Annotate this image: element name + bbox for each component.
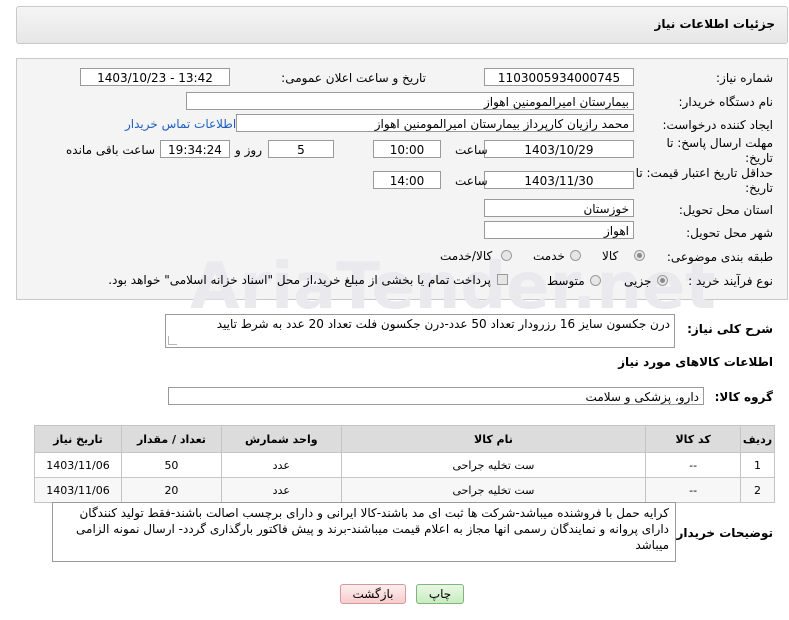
page-header: جزئیات اطلاعات نیاز <box>16 6 788 44</box>
purchase-medium-radio[interactable] <box>590 275 601 286</box>
price-validity-time: 14:00 <box>373 171 441 189</box>
cell-item-code: -- <box>645 452 742 478</box>
col-header-row-number: ردیف <box>740 425 775 453</box>
goods-group-label: گروه کالا: <box>714 390 773 404</box>
cell-need-date: 1403/11/06 <box>33 452 123 478</box>
treasury-payment-note: پرداخت تمام یا بخشی از مبلغ خرید،از محل … <box>108 273 491 287</box>
purchase-minor-label: جزیی <box>624 274 652 288</box>
table-row: 1 -- ست تخلیه جراحی عدد 50 1403/11/06 <box>33 452 775 478</box>
table-row: 2 -- ست تخلیه جراحی عدد 20 1403/11/06 <box>33 477 775 503</box>
requester-label: ایجاد کننده درخواست: <box>662 118 773 132</box>
time-remaining-field: 19:34:24 <box>160 140 230 158</box>
reply-deadline-label: مهلت ارسال پاسخ: تا تاریخ: <box>666 136 773 165</box>
city-label: شهر محل تحویل: <box>686 226 773 240</box>
cell-item-code: -- <box>645 477 742 503</box>
cell-unit: عدد <box>220 452 342 478</box>
days-remaining-field: 5 <box>268 140 334 158</box>
reply-deadline-date: 1403/10/29 <box>484 140 634 158</box>
table-header-row: ردیف کد کالا نام کالا واحد شمارش تعداد /… <box>33 425 775 453</box>
price-time-label: ساعت <box>455 174 488 188</box>
province-field: خوزستان <box>484 199 634 217</box>
cell-row-number: 1 <box>740 452 775 478</box>
purchase-minor-radio[interactable] <box>657 275 668 286</box>
price-validity-label: حداقل تاریخ اعتبار قیمت: تا تاریخ: <box>635 166 773 195</box>
time-remaining-label: ساعت باقی مانده <box>66 143 156 157</box>
province-label: استان محل تحویل: <box>678 203 773 217</box>
col-header-need-date: تاریخ نیاز <box>33 425 123 453</box>
public-announce-label: تاریخ و ساعت اعلان عمومی: <box>281 71 426 85</box>
col-header-item-code: کد کالا <box>645 425 742 453</box>
category-goods-radio[interactable] <box>634 250 645 261</box>
buyer-org-label: نام دستگاه خریدار: <box>678 95 774 109</box>
category-service-label: خدمت <box>533 249 565 263</box>
cell-row-number: 2 <box>740 477 775 503</box>
buyer-notes-label: توضیحات خریدار: <box>671 526 773 540</box>
cell-item-name: ست تخلیه جراحی <box>340 452 647 478</box>
goods-section-title: اطلاعات کالاهای مورد نیاز <box>618 355 773 369</box>
purchase-type-label: نوع فرآیند خرید : <box>688 274 773 288</box>
public-announce-field: 1403/10/23 - 13:42 <box>80 68 230 86</box>
need-number-label: شماره نیاز: <box>716 71 773 85</box>
back-button[interactable]: بازگشت <box>340 584 406 604</box>
cell-need-date: 1403/11/06 <box>33 477 123 503</box>
days-label: روز و <box>235 143 262 157</box>
print-button[interactable]: چاپ <box>416 584 464 604</box>
page-title: جزئیات اطلاعات نیاز <box>654 17 775 31</box>
requester-field: محمد رازیان کارپرداز بیمارستان امیرالموم… <box>236 114 634 132</box>
summary-field: درن جکسون سایز 16 رزرودار تعداد 50 عدد-د… <box>165 314 675 348</box>
goods-group-field: دارو، پزشکی و سلامت <box>168 387 704 405</box>
cell-quantity: 20 <box>121 477 222 503</box>
col-header-item-name: نام کالا <box>340 425 647 453</box>
category-service-radio[interactable] <box>570 250 581 261</box>
reply-time-label: ساعت <box>455 143 488 157</box>
summary-label: شرح کلی نیاز: <box>687 322 773 336</box>
city-field: اهواز <box>484 221 634 239</box>
price-validity-date: 1403/11/30 <box>484 171 634 189</box>
category-label: طبقه بندی موضوعی: <box>666 250 773 264</box>
buyer-contact-link[interactable]: اطلاعات تماس خریدار <box>125 117 236 131</box>
category-both-radio[interactable] <box>501 250 512 261</box>
category-both-label: کالا/خدمت <box>440 249 493 263</box>
reply-deadline-time: 10:00 <box>373 140 441 158</box>
goods-table: ردیف کد کالا نام کالا واحد شمارش تعداد /… <box>33 425 775 503</box>
col-header-quantity: تعداد / مقدار <box>121 425 222 453</box>
treasury-payment-checkbox[interactable] <box>497 274 508 285</box>
col-header-unit: واحد شمارش <box>220 425 342 453</box>
purchase-medium-label: متوسط <box>547 274 585 288</box>
need-number-field: 1103005934000745 <box>484 68 634 86</box>
cell-quantity: 50 <box>121 452 222 478</box>
cell-item-name: ست تخلیه جراحی <box>340 477 647 503</box>
cell-unit: عدد <box>220 477 342 503</box>
buyer-org-field: بیمارستان امیرالمومنین اهواز <box>186 92 634 110</box>
category-goods-label: کالا <box>602 249 619 263</box>
buyer-notes-field: کرایه حمل با فروشنده میباشد-شرکت ها ثبت … <box>52 502 676 562</box>
